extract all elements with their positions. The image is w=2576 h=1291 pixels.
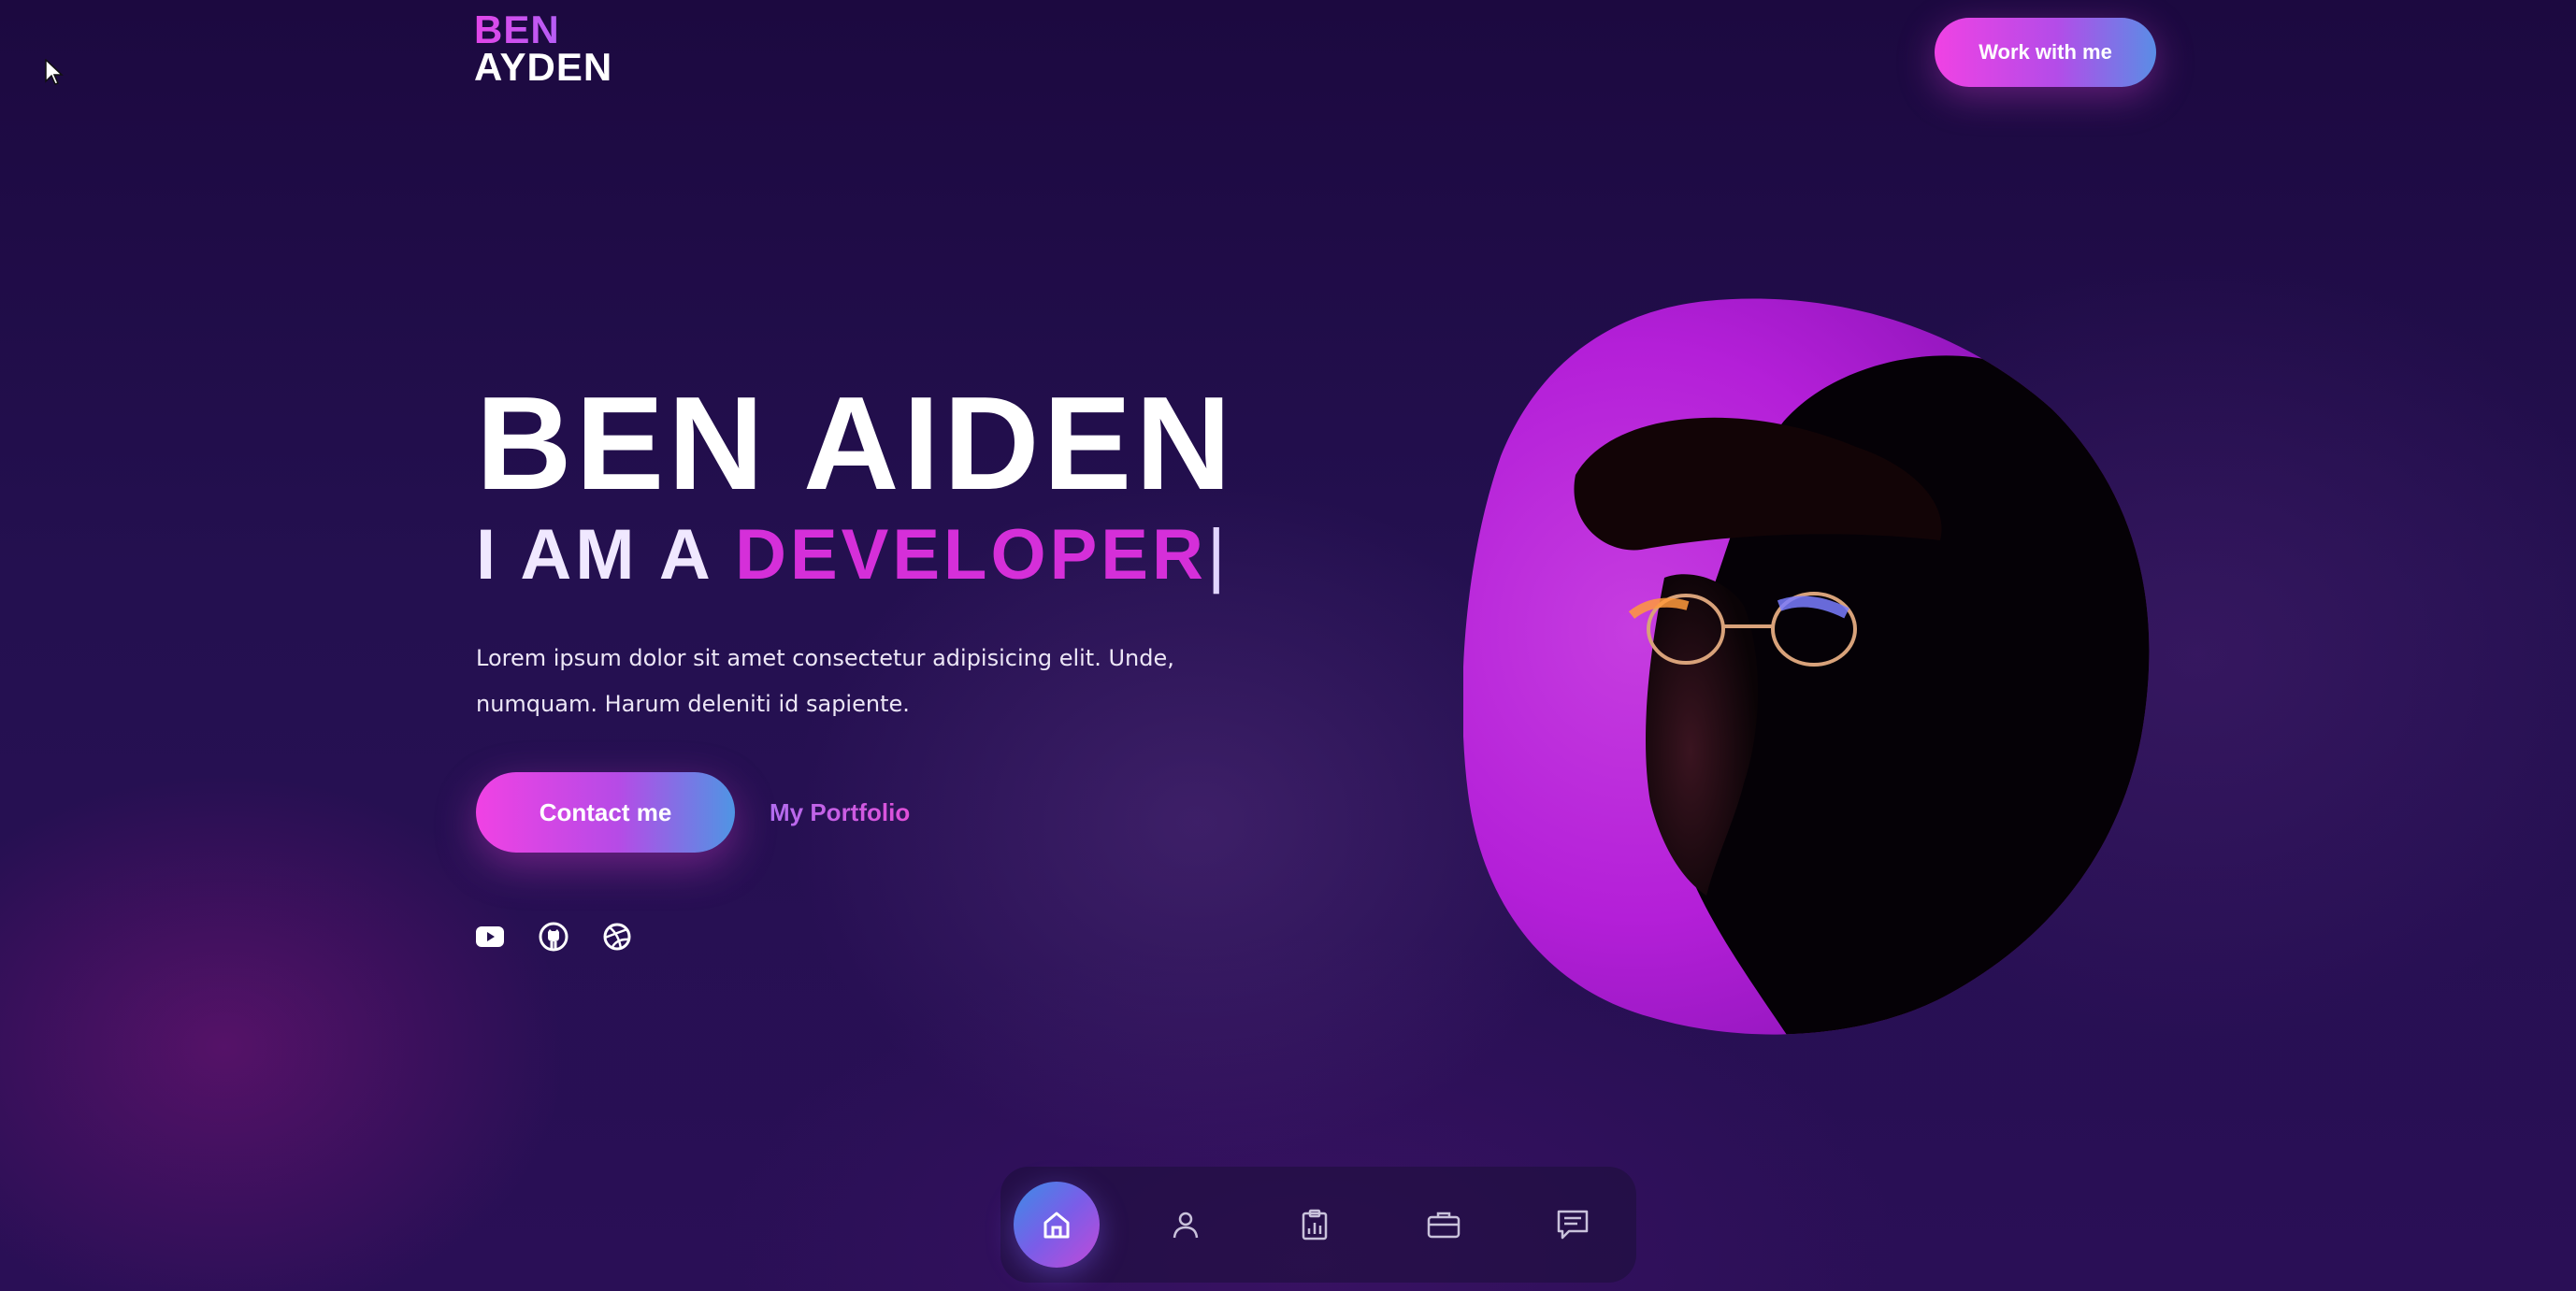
nav-home[interactable] bbox=[1014, 1182, 1100, 1268]
social-links bbox=[473, 920, 634, 954]
briefcase-icon bbox=[1427, 1212, 1461, 1239]
work-with-me-button[interactable]: Work with me bbox=[1935, 18, 2156, 87]
github-icon[interactable] bbox=[537, 920, 570, 954]
dribbble-icon[interactable] bbox=[600, 920, 634, 954]
home-icon bbox=[1043, 1212, 1070, 1239]
user-icon bbox=[1173, 1212, 1199, 1239]
hero-description: Lorem ipsum dolor sit amet consectetur a… bbox=[476, 645, 1174, 717]
nav-portfolio[interactable] bbox=[1401, 1182, 1487, 1268]
clipboard-chart-icon bbox=[1302, 1209, 1328, 1241]
youtube-icon[interactable] bbox=[473, 920, 507, 954]
profile-portrait bbox=[1463, 298, 2150, 1035]
logo-line-first: BEN bbox=[474, 10, 612, 50]
hero-role: I AM A DEVELOPER| bbox=[476, 516, 1230, 595]
mouse-cursor-icon bbox=[45, 59, 64, 85]
my-portfolio-link[interactable]: My Portfolio bbox=[770, 796, 910, 828]
contact-me-button[interactable]: Contact me bbox=[476, 772, 735, 853]
role-typed-text: DEVELOPER bbox=[735, 515, 1207, 595]
logo-line-second: AYDEN bbox=[474, 45, 613, 89]
nav-contact[interactable] bbox=[1530, 1182, 1616, 1268]
typing-caret: | bbox=[1206, 515, 1230, 595]
hero-name: BEN AIDEN bbox=[476, 369, 1235, 518]
bottom-navigation bbox=[1000, 1167, 1636, 1283]
role-prefix: I AM A bbox=[476, 515, 712, 595]
page-background bbox=[0, 0, 2576, 1291]
nav-skills[interactable] bbox=[1272, 1182, 1358, 1268]
nav-about[interactable] bbox=[1143, 1182, 1229, 1268]
message-icon bbox=[1557, 1210, 1589, 1240]
site-logo[interactable]: BEN AYDEN bbox=[474, 10, 613, 89]
